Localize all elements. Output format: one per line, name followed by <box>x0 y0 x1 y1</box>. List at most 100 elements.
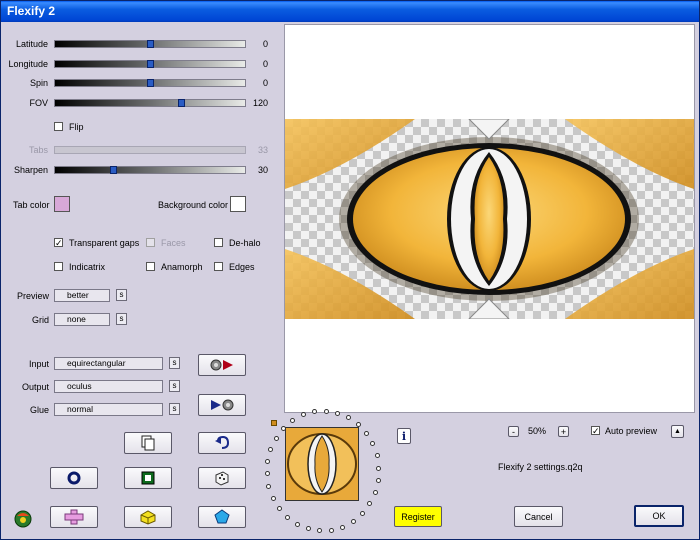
preview-quality-field[interactable]: better <box>54 289 110 302</box>
background-color-label: Background color <box>158 200 229 210</box>
auto-preview-checkbox[interactable]: ✓ <box>591 426 600 436</box>
gem-shape-button[interactable] <box>198 506 246 528</box>
fov-label: FOV <box>29 98 48 108</box>
preview-canvas[interactable] <box>284 24 695 413</box>
navigator-ring-dot <box>364 430 370 436</box>
input-projection-field[interactable]: equirectangular <box>54 357 163 370</box>
navigator-ring-dot <box>270 495 276 501</box>
sharpen-slider-thumb[interactable] <box>110 166 117 174</box>
spin-value: 0 <box>262 78 268 88</box>
navigator-ring-dot <box>367 501 373 507</box>
sharpen-slider[interactable] <box>54 166 246 174</box>
navigator-ring-dot <box>375 478 381 484</box>
register-button[interactable]: Register <box>394 506 442 527</box>
longitude-slider-thumb[interactable] <box>147 60 154 68</box>
navigator-ring-dot <box>294 521 300 527</box>
output-label: Output <box>21 382 49 392</box>
navigator-ring-dot <box>372 490 378 496</box>
background-color-swatch[interactable] <box>230 196 246 212</box>
transparent-gaps-label: Transparent gaps <box>69 238 140 248</box>
pink-cross-icon <box>64 509 84 525</box>
navigator-ring-dot <box>273 435 279 441</box>
indicatrix-checkbox[interactable] <box>54 262 63 271</box>
grid-label: Grid <box>31 315 49 325</box>
navigator-ring-dot <box>317 528 323 534</box>
longitude-slider[interactable] <box>54 60 246 68</box>
glue-select-button[interactable]: s <box>169 403 180 415</box>
navigator-ring-dot <box>268 446 274 452</box>
thumbnail-preview[interactable] <box>285 427 359 501</box>
fov-value: 120 <box>252 98 268 108</box>
preview-quality-select-button[interactable]: s <box>116 289 127 301</box>
copy-pages-icon <box>141 435 155 451</box>
info-button[interactable]: i <box>397 428 411 444</box>
navigator-ring-dot <box>300 412 306 418</box>
tab-color-label: Tab color <box>13 200 50 210</box>
navigator-ring-dot <box>276 506 282 512</box>
input-select-button[interactable]: s <box>169 357 180 369</box>
latitude-slider-thumb[interactable] <box>147 40 154 48</box>
sharpen-label: Sharpen <box>13 165 48 175</box>
navigator-ring-dot <box>376 465 382 471</box>
cancel-button[interactable]: Cancel <box>514 506 563 527</box>
longitude-label: Longitude <box>8 59 48 69</box>
undo-button[interactable] <box>198 432 246 454</box>
tabs-label: Tabs <box>28 145 48 155</box>
latitude-slider[interactable] <box>54 40 246 48</box>
zoom-level: 50% <box>528 426 547 436</box>
navigator-ring-dot <box>374 453 380 459</box>
grid-select-button[interactable]: s <box>116 313 127 325</box>
cross-shape-button[interactable] <box>50 506 98 528</box>
collapse-button[interactable]: ▲ <box>671 425 684 438</box>
preview-quality-label: Preview <box>16 291 49 301</box>
navigator-ring-dot <box>265 458 271 464</box>
cube-shape-button[interactable] <box>124 506 172 528</box>
input-to-output-button[interactable] <box>198 394 246 416</box>
circle-shape-button[interactable] <box>50 467 98 489</box>
de-halo-checkbox[interactable] <box>214 238 223 247</box>
grid-field[interactable]: none <box>54 313 110 326</box>
tabs-slider <box>54 146 246 154</box>
zoom-out-button[interactable]: - <box>508 426 519 437</box>
dice-icon <box>215 471 229 486</box>
fov-slider[interactable] <box>54 99 246 107</box>
latitude-value: 0 <box>262 39 268 49</box>
faces-checkbox[interactable] <box>146 238 155 247</box>
blue-gem-icon <box>214 509 230 524</box>
navigator-ring-dot <box>370 441 376 447</box>
navigator-ring-dot <box>350 518 356 524</box>
flexify-window: Flexify 2 Latitude 0 Longitude 0 Spin 0 FOV 120… <box>0 0 700 540</box>
app-logo-icon[interactable] <box>12 507 34 529</box>
navigator-ring-dot <box>290 418 296 424</box>
green-frame-icon <box>141 471 155 485</box>
navigator-handle[interactable] <box>271 420 277 426</box>
tab-color-swatch[interactable] <box>54 196 70 212</box>
glue-field[interactable]: normal <box>54 403 163 416</box>
output-to-input-button[interactable] <box>198 354 246 376</box>
frame-shape-button[interactable] <box>124 467 172 489</box>
transparent-gaps-checkbox[interactable]: ✓ <box>54 238 63 248</box>
output-select-button[interactable]: s <box>169 380 180 392</box>
random-button[interactable] <box>198 467 246 489</box>
latitude-label: Latitude <box>15 39 48 49</box>
edges-checkbox[interactable] <box>214 262 223 271</box>
flip-label: Flip <box>69 122 84 132</box>
copy-button[interactable] <box>124 432 172 454</box>
navigator-ring-dot <box>264 471 270 477</box>
fov-slider-thumb[interactable] <box>178 99 185 107</box>
cycle-play-icon <box>210 359 233 371</box>
spin-slider[interactable] <box>54 79 246 87</box>
ring-icon <box>67 471 81 485</box>
flip-checkbox[interactable] <box>54 122 63 131</box>
anamorph-checkbox[interactable] <box>146 262 155 271</box>
zoom-in-button[interactable]: + <box>558 426 569 437</box>
input-label: Input <box>28 359 49 369</box>
spin-slider-thumb[interactable] <box>147 79 154 87</box>
navigator-ring-dot <box>285 514 291 520</box>
ok-button[interactable]: OK <box>634 505 684 527</box>
faces-label: Faces <box>161 238 186 248</box>
navigator-ring-dot <box>311 409 317 415</box>
auto-preview-label: Auto preview <box>605 426 658 436</box>
preview-image <box>285 119 694 319</box>
output-projection-field[interactable]: oculus <box>54 380 163 393</box>
